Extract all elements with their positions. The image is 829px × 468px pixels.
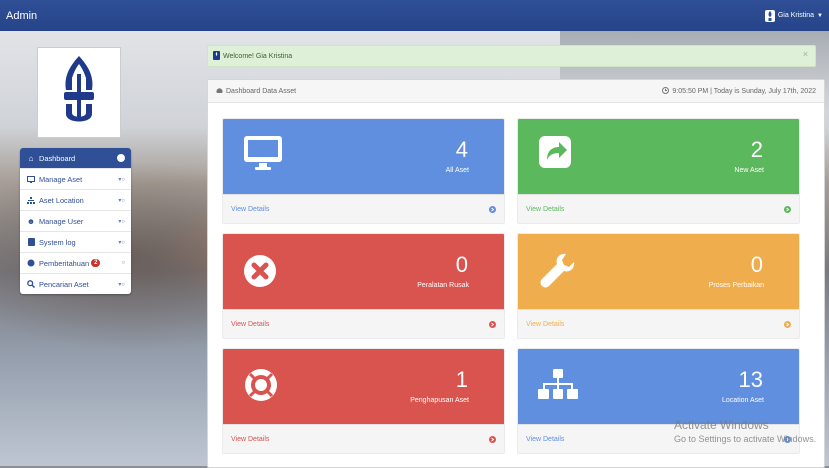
sidebar-item-label: Aset Location	[39, 195, 84, 205]
view-details-link[interactable]: View Details	[518, 309, 799, 338]
card-value: 0	[750, 252, 763, 277]
card-new-aset: 2 New Aset View Details	[517, 118, 800, 224]
search-icon	[26, 280, 36, 288]
sidebar-item-pemberitahuan[interactable]: Pemberitahuan 2 ○	[20, 253, 131, 274]
caret-down-icon: ▾○	[118, 197, 125, 204]
sidebar-item-label: Manage User	[39, 216, 84, 226]
share-icon	[538, 135, 572, 171]
card-label: Proses Perbaikan	[708, 282, 764, 289]
view-details-link[interactable]: View Details	[223, 309, 504, 338]
activate-windows-watermark: Activate Windows Go to Settings to activ…	[674, 418, 816, 444]
brand-title[interactable]: Admin	[6, 10, 37, 22]
arrow-circle-icon	[489, 321, 496, 328]
notification-badge: 2	[91, 259, 101, 267]
view-details-link[interactable]: View Details	[223, 424, 504, 453]
dashboard-icon	[216, 87, 223, 96]
sidebar-item-label: Dashboard	[39, 153, 76, 163]
arrow-circle-icon	[489, 206, 496, 213]
user-menu[interactable]: Gia Kristina ▼	[764, 9, 823, 22]
view-details-text: View Details	[526, 206, 565, 213]
sidebar-item-dashboard[interactable]: ⌂ Dashboard	[20, 148, 131, 169]
view-details-link[interactable]: View Details	[518, 194, 799, 223]
alert-text: Welcome! Gia Kristina	[223, 52, 293, 60]
view-details-text: View Details	[526, 321, 565, 328]
sidebar-item-label: Pencarian Aset	[39, 279, 89, 289]
sitemap-icon	[538, 369, 578, 403]
user-icon	[213, 50, 220, 62]
panel-header: Dashboard Data Asset 9:05:50 PM | Today …	[208, 80, 824, 103]
sidebar-item-manage-user[interactable]: ☻ Manage User ▾○	[20, 211, 131, 232]
card-proses-perbaikan: 0 Proses Perbaikan View Details	[517, 233, 800, 339]
card-label: Location Aset	[721, 397, 764, 404]
card-value: 0	[455, 252, 468, 277]
card-label: New Aset	[734, 167, 764, 174]
circle-icon: ○	[121, 260, 125, 266]
card-all-aset: 4 All Aset View Details	[222, 118, 505, 224]
organization-logo	[37, 47, 121, 138]
sidebar-item-manage-aset[interactable]: Manage Aset ▾○	[20, 169, 131, 190]
sidebar-item-aset-location[interactable]: Aset Location ▾○	[20, 190, 131, 211]
caret-down-icon: ▾○	[118, 218, 125, 225]
clock-icon	[662, 86, 670, 96]
circle-icon	[117, 154, 125, 162]
current-datetime: 9:05:50 PM | Today is Sunday, July 17th,…	[672, 87, 816, 95]
caret-down-icon: ▾○	[118, 239, 125, 246]
card-value: 13	[738, 367, 763, 392]
sidebar-item-system-log[interactable]: System log ▾○	[20, 232, 131, 253]
view-details-text: View Details	[231, 206, 270, 213]
watermark-subtitle: Go to Settings to activate Windows.	[674, 434, 817, 444]
sidebar-menu: ⌂ Dashboard Manage Aset ▾○ Aset Location…	[20, 148, 131, 294]
monitor-icon	[243, 135, 283, 173]
card-label: Penghapusan Aset	[410, 397, 469, 404]
book-icon	[26, 238, 36, 246]
card-value: 2	[750, 137, 763, 162]
watermark-title: Activate Windows	[674, 418, 769, 432]
times-circle-icon	[243, 254, 277, 290]
card-value: 4	[455, 137, 468, 162]
card-label: All Aset	[445, 167, 469, 174]
view-details-text: View Details	[231, 436, 270, 443]
sitemap-icon	[26, 196, 36, 204]
panel-title: Dashboard Data Asset	[226, 87, 297, 95]
bell-icon	[26, 259, 36, 267]
wrench-icon	[538, 250, 578, 292]
arrow-circle-icon	[784, 321, 791, 328]
caret-down-icon: ▾○	[118, 176, 125, 183]
card-peralatan-rusak: 0 Peralatan Rusak View Details	[222, 233, 505, 339]
card-penghapusan-aset: 1 Penghapusan Aset View Details	[222, 348, 505, 454]
user-name: Gia Kristina	[777, 12, 815, 19]
life-ring-icon	[243, 367, 279, 405]
top-navbar: Admin Gia Kristina ▼	[0, 0, 829, 31]
caret-down-icon: ▼	[817, 12, 823, 19]
sidebar-item-label: Pemberitahuan	[39, 258, 90, 268]
arrow-circle-icon	[784, 206, 791, 213]
view-details-link[interactable]: View Details	[223, 194, 504, 223]
view-details-text: View Details	[526, 436, 565, 443]
users-icon: ☻	[26, 216, 36, 226]
card-value: 1	[455, 367, 468, 392]
card-label: Peralatan Rusak	[417, 282, 469, 289]
sidebar-item-label: System log	[39, 237, 76, 247]
arrow-circle-icon	[489, 436, 496, 443]
sidebar-item-label: Manage Aset	[39, 174, 83, 184]
monitor-icon	[26, 175, 36, 183]
close-icon[interactable]: ×	[803, 49, 808, 59]
view-details-text: View Details	[231, 321, 270, 328]
home-icon: ⌂	[28, 153, 34, 163]
user-avatar-icon	[764, 9, 775, 22]
sidebar-item-pencarian-aset[interactable]: Pencarian Aset ▾○	[20, 274, 131, 294]
welcome-alert: Welcome! Gia Kristina ×	[207, 45, 816, 67]
caret-down-icon: ▾○	[118, 281, 125, 288]
